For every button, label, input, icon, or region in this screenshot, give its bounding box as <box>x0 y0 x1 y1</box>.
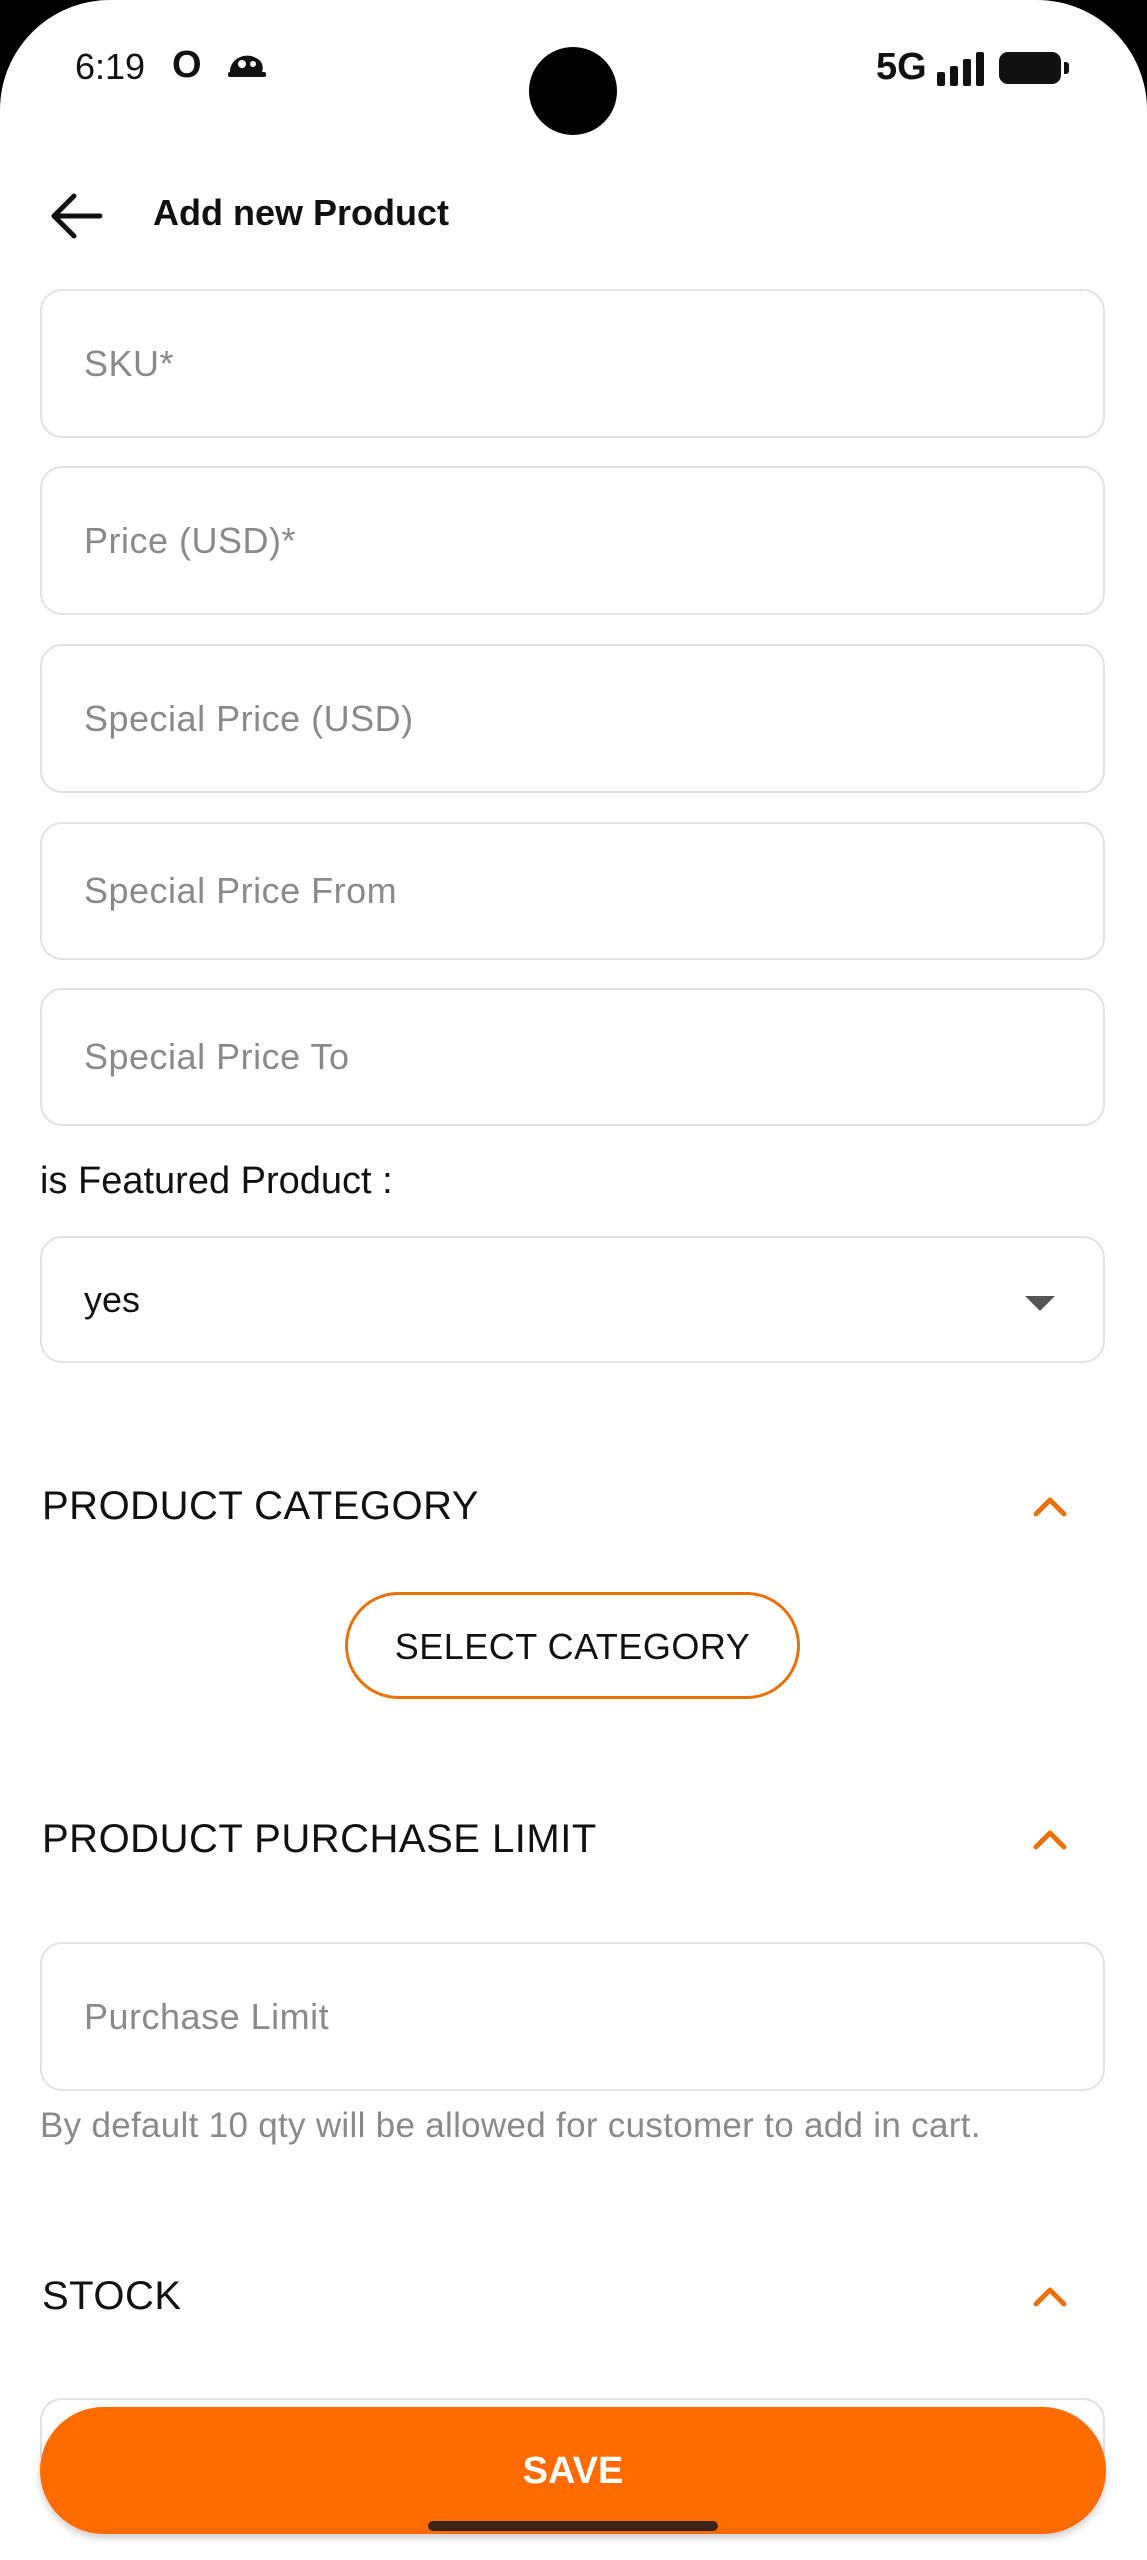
status-time: 6:19 <box>75 46 146 87</box>
sku-placeholder: SKU* <box>84 342 175 384</box>
save-button[interactable]: SAVE <box>40 2407 1106 2534</box>
special-price-to-field[interactable]: Special Price To <box>40 988 1105 1126</box>
price-placeholder: Price (USD)* <box>84 519 297 561</box>
purchase-limit-field[interactable]: Purchase Limit <box>40 1942 1105 2091</box>
featured-value: yes <box>84 1278 141 1320</box>
chevron-up-icon[interactable] <box>1030 1827 1070 1853</box>
network-type: 5G <box>876 46 927 88</box>
purchase-limit-helper: By default 10 qty will be allowed for cu… <box>40 2106 981 2145</box>
purchase-limit-heading: PRODUCT PURCHASE LIMIT <box>42 1817 597 1861</box>
chevron-up-icon[interactable] <box>1030 2284 1070 2310</box>
product-category-heading: PRODUCT CATEGORY <box>42 1484 479 1528</box>
featured-dropdown[interactable]: yes <box>40 1236 1105 1363</box>
home-indicator[interactable] <box>428 2521 718 2531</box>
special-price-placeholder: Special Price (USD) <box>84 697 414 739</box>
select-category-button[interactable]: SELECT CATEGORY <box>345 1592 800 1699</box>
page-title: Add new Product <box>153 192 449 233</box>
front-camera <box>529 47 617 135</box>
sku-field[interactable]: SKU* <box>40 289 1105 438</box>
chevron-up-icon[interactable] <box>1030 1494 1070 1520</box>
back-arrow-icon[interactable] <box>48 190 104 242</box>
special-price-from-placeholder: Special Price From <box>84 870 398 911</box>
featured-label: is Featured Product : <box>40 1160 393 1202</box>
notification-icon: O <box>172 44 202 86</box>
price-field[interactable]: Price (USD)* <box>40 466 1105 615</box>
notification-app-icon <box>228 55 266 77</box>
special-price-to-placeholder: Special Price To <box>84 1036 350 1077</box>
purchase-limit-placeholder: Purchase Limit <box>84 1995 330 2037</box>
special-price-field[interactable]: Special Price (USD) <box>40 644 1105 793</box>
signal-icon <box>937 52 984 86</box>
dropdown-caret-icon <box>1025 1296 1055 1311</box>
special-price-from-field[interactable]: Special Price From <box>40 822 1105 960</box>
app-screen: 6:19 O 5G Add new Product SKU* Price (US… <box>0 0 1147 2560</box>
stock-heading: STOCK <box>42 2274 182 2318</box>
battery-icon <box>999 52 1069 84</box>
